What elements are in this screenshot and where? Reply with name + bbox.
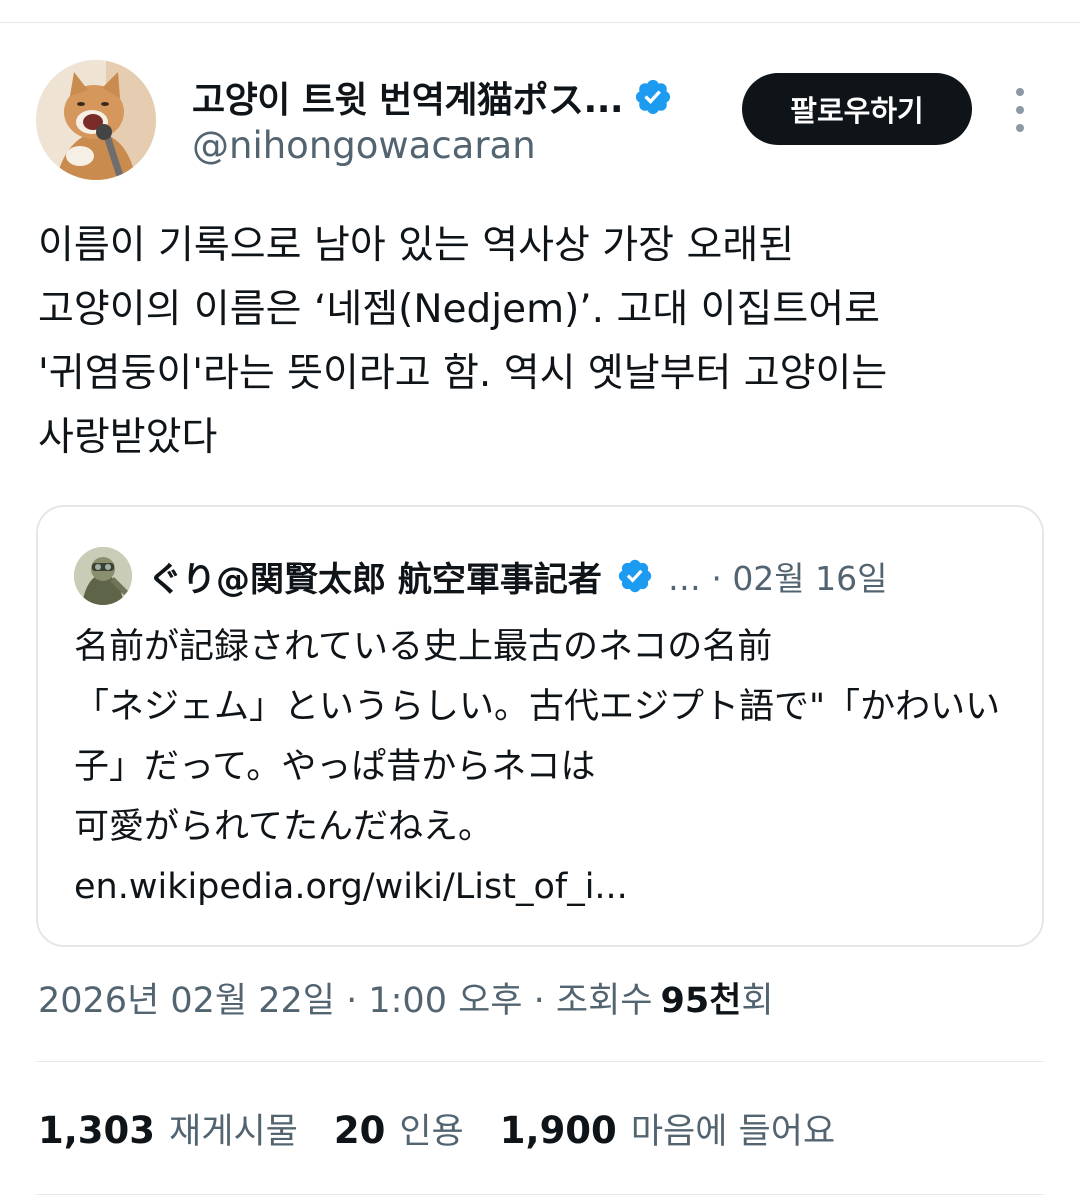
- reposts-count: 1,303: [38, 1109, 156, 1152]
- tweet-text-line: 고양이의 이름은 ‘네젬(Nedjem)’. 고대 이집트어로: [38, 287, 881, 332]
- author-avatar[interactable]: [36, 60, 156, 180]
- tweet-detail-page: 고양이 트윗 번역계猫ポス... @nihongowacaran 팔로우하기 이…: [0, 0, 1080, 1198]
- quote-author-avatar: [74, 547, 132, 605]
- tweet-text-line: 이름이 기록으로 남아 있는 역사상 가장 오래된: [38, 223, 795, 268]
- tweet-text-line: '귀염둥이'라는 뜻이라고 함. 역시 옛날부터 고양이는: [38, 351, 888, 396]
- likes-count: 1,900: [499, 1109, 617, 1152]
- more-dot: [1016, 106, 1024, 114]
- reposts-stat[interactable]: 1,303 재게시물: [38, 1103, 298, 1154]
- views-suffix: 회: [741, 981, 774, 1021]
- quote-text-line: 可愛がられてたんだねえ。: [74, 807, 493, 847]
- quote-link[interactable]: en.wikipedia.org/wiki/List_of_i...: [74, 857, 1014, 917]
- author-display-name[interactable]: 고양이 트윗 번역계猫ポス...: [192, 71, 624, 123]
- views-count: 95천: [660, 981, 742, 1021]
- quote-author-name[interactable]: ぐり@関賢太郎 航空軍事記者: [148, 552, 602, 601]
- quote-text: 名前が記録されている史上最古のネコの名前 「ネジェム」というらしい。古代エジプト…: [74, 617, 1014, 917]
- reposts-label: 재게시물: [169, 1112, 298, 1152]
- more-dot: [1016, 124, 1024, 132]
- quote-verified-badge-icon: [618, 559, 652, 593]
- quote-text-line: 「ネジェム」というらしい。古代エジプト語で"「かわいい: [74, 687, 1001, 727]
- tweet-timestamp: 2026년 02월 22일 · 1:00 오후 · 조회수 95천 회: [38, 972, 774, 1023]
- quotes-count: 20: [333, 1109, 386, 1152]
- likes-stat[interactable]: 1,900 마음에 들어요: [500, 1103, 835, 1154]
- quoted-tweet-card[interactable]: ぐり@関賢太郎 航空軍事記者 … · 02월 16일 名前が記録されている史上最…: [36, 505, 1044, 947]
- timestamp-text[interactable]: 2026년 02월 22일 · 1:00 오후 · 조회수: [38, 972, 652, 1023]
- bottom-divider: [36, 1194, 1044, 1195]
- quote-header: ぐり@関賢太郎 航空軍事記者 … · 02월 16일: [148, 543, 1028, 609]
- quote-text-line: 名前が記録されている史上最古のネコの名前: [74, 627, 773, 667]
- quote-meta: … · 02월 16일: [667, 559, 888, 598]
- quotes-stat[interactable]: 20 인용: [334, 1103, 464, 1154]
- tweet-text-line: 사랑받았다: [38, 415, 218, 460]
- author-handle[interactable]: @nihongowacaran: [192, 124, 536, 167]
- quote-text-line: 子」だって。やっぱ昔からネコは: [74, 747, 596, 787]
- more-dot: [1016, 88, 1024, 96]
- top-divider: [0, 22, 1080, 23]
- tweet-text: 이름이 기록으로 남아 있는 역사상 가장 오래된 고양이의 이름은 ‘네젬(N…: [38, 214, 1048, 470]
- likes-label: 마음에 들어요: [630, 1112, 836, 1152]
- quotes-label: 인용: [399, 1112, 464, 1152]
- stats-divider: [36, 1061, 1044, 1062]
- verified-badge-icon: [635, 79, 671, 115]
- follow-button[interactable]: 팔로우하기: [742, 73, 972, 145]
- author-name-row[interactable]: 고양이 트윗 번역계猫ポス...: [192, 70, 673, 124]
- engagement-stats: 1,303 재게시물 20 인용 1,900 마음에 들어요: [38, 1103, 871, 1154]
- cat-avatar-image: [36, 60, 156, 180]
- quote-avatar-image: [74, 547, 132, 605]
- more-vertical-icon[interactable]: [1006, 88, 1034, 132]
